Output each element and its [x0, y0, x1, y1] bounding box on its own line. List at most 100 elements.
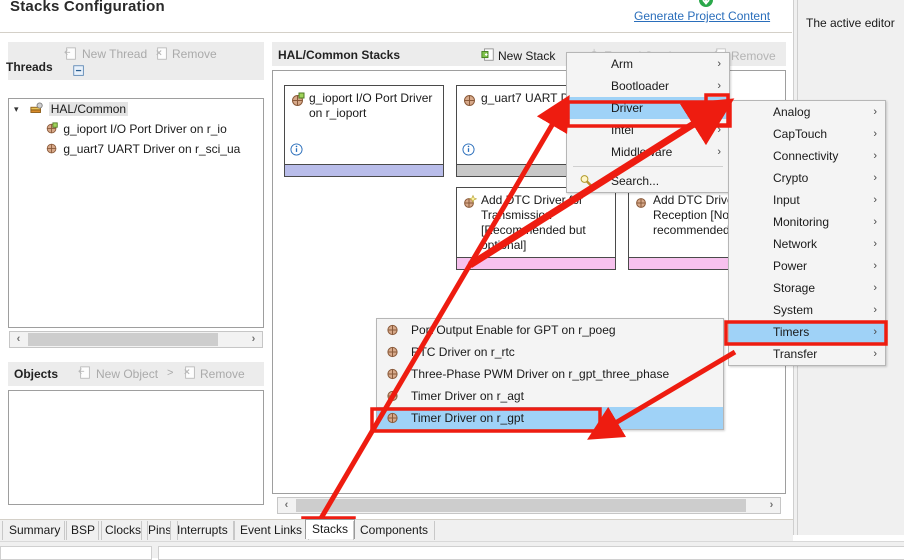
tab-event-links[interactable]: Event Links [233, 521, 310, 540]
menu-item-label: Transfer [773, 347, 818, 361]
module-icon [46, 122, 58, 134]
info-icon[interactable] [290, 143, 303, 156]
tree-item-g-uart7[interactable]: g_uart7 UART Driver on r_sci_ua [44, 140, 240, 158]
context-menu-level-3[interactable]: Port Output Enable for GPT on r_poeg RTC… [376, 318, 724, 430]
new-stack-icon [481, 48, 494, 61]
tab-components[interactable]: Components [353, 521, 436, 540]
submenu-arrow-icon: › [717, 58, 721, 70]
menu-item-label: Analog [773, 105, 811, 119]
menu-item-label: Middleware [611, 145, 673, 159]
menu-item-rtc-driver[interactable]: RTC Driver on r_rtc [377, 341, 723, 363]
scrollbar-thumb[interactable] [296, 499, 746, 512]
menu-item-timer-driver-gpt[interactable]: Timer Driver on r_gpt [377, 407, 723, 429]
menu-item-analog[interactable]: Analog › [729, 101, 885, 123]
remove-object-button[interactable]: Remove [200, 367, 245, 381]
submenu-arrow-icon: › [873, 282, 877, 294]
tab-stacks[interactable]: Stacks [305, 519, 356, 539]
menu-item-search[interactable]: Search... [567, 170, 729, 192]
menu-item-poeg[interactable]: Port Output Enable for GPT on r_poeg [377, 319, 723, 341]
new-stack-button[interactable]: New Stack [498, 49, 555, 63]
stacks-horizontal-scrollbar[interactable]: ‹ › [277, 497, 781, 514]
submenu-arrow-icon: › [873, 238, 877, 250]
menu-item-driver[interactable]: Driver › [567, 97, 729, 119]
submenu-arrow-icon: › [873, 326, 877, 338]
menu-item-monitoring[interactable]: Monitoring › [729, 211, 885, 233]
new-thread-button[interactable]: New Thread [82, 47, 147, 61]
stack-box-status-bar [457, 257, 615, 269]
generate-project-content-link[interactable]: Generate Project Content [634, 9, 770, 23]
menu-item-storage[interactable]: Storage › [729, 277, 885, 299]
threads-horizontal-scrollbar[interactable]: ‹ › [9, 331, 263, 348]
new-object-arrow-icon[interactable]: > [167, 367, 173, 379]
tree-item-label: HAL/Common [48, 102, 129, 116]
scroll-left-arrow[interactable]: ‹ [10, 332, 27, 347]
stack-box-title: g_ioport I/O Port Driver on r_ioport [309, 91, 433, 120]
add-module-icon [636, 198, 646, 208]
menu-item-label: Three-Phase PWM Driver on r_gpt_three_ph… [411, 367, 670, 381]
menu-item-connectivity[interactable]: Connectivity › [729, 145, 885, 167]
submenu-arrow-icon: › [873, 304, 877, 316]
hal-common-icon [30, 102, 44, 113]
menu-item-three-phase-pwm[interactable]: Three-Phase PWM Driver on r_gpt_three_ph… [377, 363, 723, 385]
menu-item-timers[interactable]: Timers › [729, 321, 885, 343]
menu-item-label: Network [773, 237, 818, 251]
menu-item-arm[interactable]: Arm › [567, 53, 729, 75]
menu-item-label: Arm [611, 57, 633, 71]
menu-item-transfer[interactable]: Transfer › [729, 343, 885, 365]
module-icon [387, 368, 398, 380]
scroll-right-arrow[interactable]: › [763, 498, 780, 513]
menu-item-label: Input [773, 193, 800, 207]
menu-item-label: Timers [773, 325, 810, 339]
stack-box-g-ioport[interactable]: g_ioport I/O Port Driver on r_ioport [284, 85, 444, 177]
remove-stack-button[interactable]: Remove [731, 49, 776, 63]
submenu-arrow-icon: › [873, 348, 877, 360]
stack-box-add-dtc-transmission[interactable]: Add DTC Driver for Transmission [Recomme… [456, 187, 616, 270]
scrollbar-thumb[interactable] [28, 333, 218, 346]
menu-item-system[interactable]: System › [729, 299, 885, 321]
menu-item-bootloader[interactable]: Bootloader › [567, 75, 729, 97]
module-icon [387, 324, 398, 336]
tab-summary[interactable]: Summary [2, 521, 68, 540]
submenu-arrow-icon: › [717, 102, 721, 114]
active-editor-label: The active editor [806, 16, 895, 30]
menu-item-crypto[interactable]: Crypto › [729, 167, 885, 189]
tree-item-g-ioport[interactable]: g_ioport I/O Port Driver on r_io [44, 120, 227, 138]
collapse-all-icon[interactable] [72, 64, 86, 78]
menu-item-label: Driver [611, 101, 643, 115]
header-divider [0, 32, 792, 33]
green-arrow-circle-icon [699, 0, 713, 7]
menu-item-input[interactable]: Input › [729, 189, 885, 211]
bottom-strip [0, 541, 904, 560]
menu-item-captouch[interactable]: CapTouch › [729, 123, 885, 145]
threads-title: Threads [6, 60, 53, 74]
scroll-left-arrow[interactable]: ‹ [278, 498, 295, 513]
menu-item-timer-driver-agt[interactable]: Timer Driver on r_agt [377, 385, 723, 407]
module-icon [292, 92, 305, 106]
scroll-right-arrow[interactable]: › [245, 332, 262, 347]
menu-item-middleware[interactable]: Middleware › [567, 141, 729, 163]
info-icon[interactable] [462, 143, 475, 156]
tab-interrupts[interactable]: Interrupts [170, 521, 235, 540]
module-icon [46, 143, 57, 154]
submenu-arrow-icon: › [873, 172, 877, 184]
menu-item-network[interactable]: Network › [729, 233, 885, 255]
new-object-button[interactable]: New Object [96, 367, 158, 381]
module-icon [387, 412, 398, 424]
menu-item-label: Power [773, 259, 808, 273]
menu-item-label: RTC Driver on r_rtc [411, 345, 515, 359]
tree-item-hal-common[interactable]: ▾ HAL/Common [14, 100, 129, 118]
tab-bsp[interactable]: BSP [64, 521, 103, 540]
menu-item-label: Port Output Enable for GPT on r_poeg [411, 323, 616, 337]
chevron-down-icon[interactable]: ▾ [14, 100, 26, 118]
menu-item-label: Timer Driver on r_agt [411, 389, 524, 403]
add-module-icon [464, 194, 478, 208]
context-menu-level-2[interactable]: Analog › CapTouch › Connectivity › Crypt… [728, 100, 886, 366]
menu-item-label: Search... [611, 174, 660, 188]
menu-item-power[interactable]: Power › [729, 255, 885, 277]
menu-item-intel[interactable]: Intel › [567, 119, 729, 141]
remove-thread-button[interactable]: Remove [172, 47, 217, 61]
context-menu-level-1[interactable]: Arm › Bootloader › Driver › Intel › Midd… [566, 52, 730, 193]
submenu-arrow-icon: › [873, 260, 877, 272]
stack-box-status-bar [285, 164, 443, 176]
objects-list[interactable] [8, 390, 264, 505]
